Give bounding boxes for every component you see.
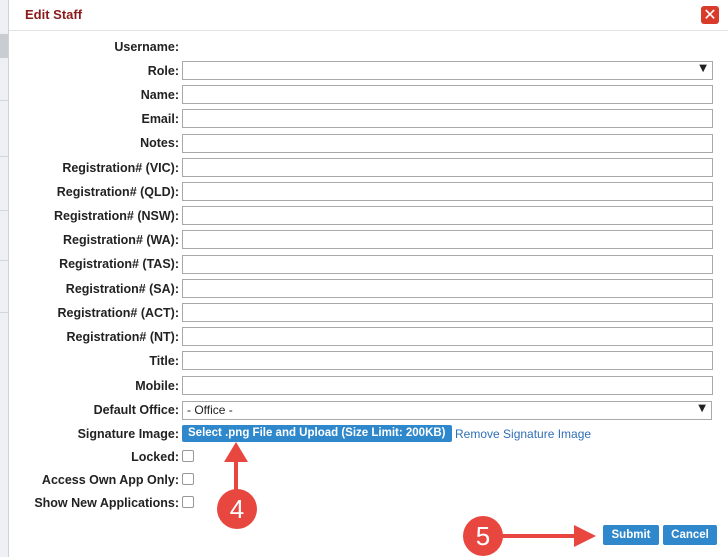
annotation-badge-4: 4 (217, 489, 257, 529)
arrow-5-head (574, 525, 596, 547)
arrow-4-head (224, 442, 248, 462)
annotation-badge-5: 5 (463, 516, 503, 556)
annotation-arrows (224, 442, 596, 547)
